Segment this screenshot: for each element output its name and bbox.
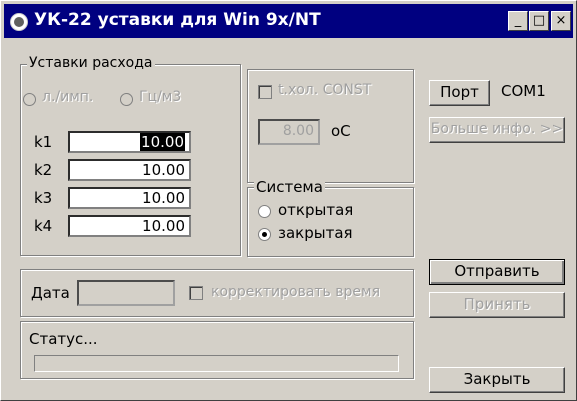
port-button[interactable]: Порт <box>429 80 490 106</box>
send-button[interactable]: Отправить <box>429 259 565 285</box>
temperature-const-group: t.хол. CONST 8.00 oC <box>247 69 414 183</box>
k1-label: k1 <box>34 133 53 151</box>
radio-system-closed-label: закрытая <box>278 224 353 242</box>
main-window: УК-22 уставки для Win 9x/NT _ □ × Уставк… <box>0 0 577 401</box>
temp-const-checkbox[interactable] <box>258 85 272 99</box>
date-label: Дата <box>31 284 70 302</box>
temp-unit: oC <box>331 122 351 140</box>
k2-label: k2 <box>34 161 53 179</box>
k1-value: 10.00 <box>140 133 185 151</box>
temp-value-input[interactable]: 8.00 <box>258 119 320 145</box>
k4-input[interactable]: 10.00 <box>68 215 191 237</box>
k1-input[interactable]: 10.00 <box>68 131 191 153</box>
rate-settings-group: Уставки расхода л./имп. Гц/м3 k1 10.00 k… <box>20 55 241 256</box>
status-group: Статус... <box>20 321 414 379</box>
more-info-button[interactable]: Больше инфо. >> <box>429 117 565 143</box>
date-input[interactable] <box>77 280 175 306</box>
minimize-button[interactable]: _ <box>508 11 528 31</box>
k2-input[interactable]: 10.00 <box>68 159 191 181</box>
date-group: Дата корректировать время <box>20 269 414 317</box>
port-value: COM1 <box>501 82 546 100</box>
system-group: Система открытая закрытая <box>247 178 414 257</box>
radio-liters-per-impulse[interactable] <box>23 93 36 106</box>
correct-time-checkbox[interactable] <box>189 286 203 300</box>
status-label: Статус... <box>29 330 98 348</box>
close-button[interactable]: Закрыть <box>429 367 565 393</box>
radio-liters-per-impulse-label: л./имп. <box>42 89 94 105</box>
radio-system-open[interactable] <box>258 205 271 218</box>
status-progress-bar <box>34 355 399 372</box>
k4-label: k4 <box>34 217 53 235</box>
correct-time-label: корректировать время <box>211 284 380 300</box>
radio-hz-per-m3[interactable] <box>120 93 133 106</box>
receive-button[interactable]: Принять <box>429 292 565 318</box>
radio-system-open-label: открытая <box>278 201 354 219</box>
radio-system-closed[interactable] <box>258 228 271 241</box>
close-window-button[interactable]: × <box>551 11 571 31</box>
rate-settings-title: Уставки расхода <box>27 55 155 71</box>
k3-label: k3 <box>34 189 53 207</box>
window-title: УК-22 уставки для Win 9x/NT <box>34 10 321 30</box>
title-bar[interactable]: УК-22 уставки для Win 9x/NT _ □ × <box>4 4 573 38</box>
maximize-button[interactable]: □ <box>529 11 549 31</box>
system-group-title: Система <box>254 178 325 196</box>
radio-hz-per-m3-label: Гц/м3 <box>139 89 182 105</box>
k3-input[interactable]: 10.00 <box>68 187 191 209</box>
app-icon <box>10 13 28 31</box>
temp-const-label: t.хол. CONST <box>278 82 372 98</box>
